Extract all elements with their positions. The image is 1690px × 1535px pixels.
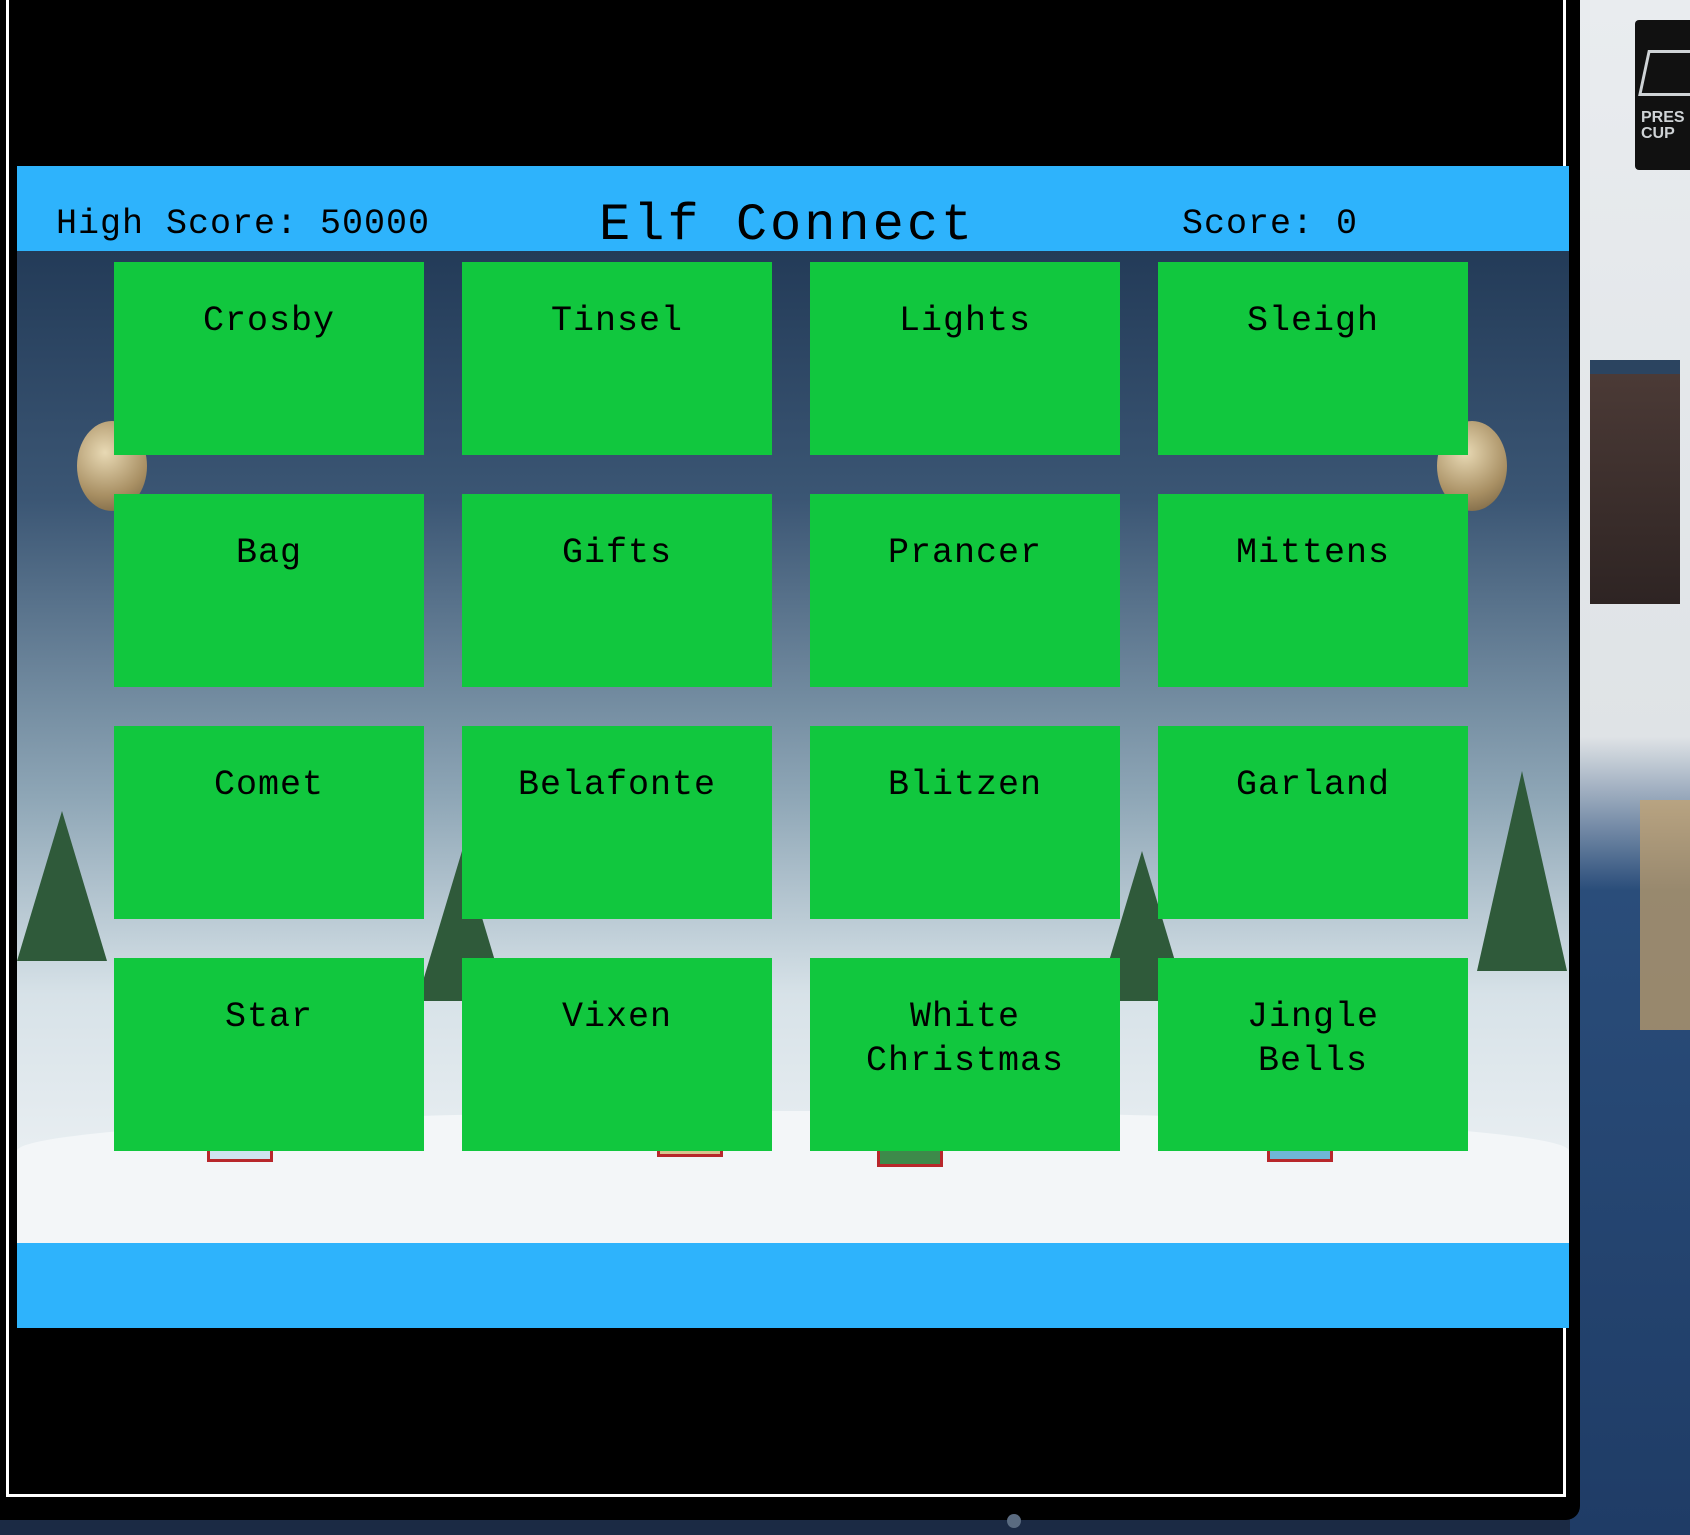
word-tile[interactable]: Belafonte	[462, 726, 772, 919]
word-tile[interactable]: Jingle Bells	[1158, 958, 1468, 1151]
footer-bar	[17, 1243, 1569, 1328]
christmas-background: Crosby Tinsel Lights Sleigh Bag Gifts Pr…	[17, 251, 1569, 1243]
sign-text: PRES CUP	[1641, 109, 1685, 142]
word-tile[interactable]: Blitzen	[810, 726, 1120, 919]
word-tile[interactable]: Tinsel	[462, 262, 772, 455]
word-tile[interactable]: Vixen	[462, 958, 772, 1151]
background-floor	[1640, 800, 1690, 1030]
game-title: Elf Connect	[599, 196, 976, 255]
tree-icon	[1477, 771, 1567, 971]
sign-logo-icon	[1638, 50, 1690, 96]
word-tile[interactable]: Crosby	[114, 262, 424, 455]
high-score: High Score: 50000	[56, 204, 431, 244]
scroll-indicator-icon	[1007, 1514, 1021, 1528]
game-window: High Score: 50000 Elf Connect Score: 0 C…	[0, 0, 1580, 1520]
background-crate	[1590, 360, 1680, 604]
word-tile[interactable]: White Christmas	[810, 958, 1120, 1151]
word-tile[interactable]: Gifts	[462, 494, 772, 687]
word-tile[interactable]: Bag	[114, 494, 424, 687]
word-tile[interactable]: Prancer	[810, 494, 1120, 687]
word-tile[interactable]: Sleigh	[1158, 262, 1468, 455]
game-frame: High Score: 50000 Elf Connect Score: 0 C…	[6, 0, 1569, 1497]
game-stage: High Score: 50000 Elf Connect Score: 0 C…	[17, 166, 1569, 1328]
background-scene	[1570, 0, 1690, 1535]
word-tile[interactable]: Star	[114, 958, 424, 1151]
tile-grid: Crosby Tinsel Lights Sleigh Bag Gifts Pr…	[114, 262, 1478, 1151]
current-score: Score: 0	[1182, 204, 1359, 244]
word-tile[interactable]: Garland	[1158, 726, 1468, 919]
background-sign: PRES CUP	[1635, 20, 1690, 170]
word-tile[interactable]: Mittens	[1158, 494, 1468, 687]
hud-bar: High Score: 50000 Elf Connect Score: 0	[17, 166, 1569, 255]
word-tile[interactable]: Comet	[114, 726, 424, 919]
tree-icon	[17, 811, 107, 961]
word-tile[interactable]: Lights	[810, 262, 1120, 455]
